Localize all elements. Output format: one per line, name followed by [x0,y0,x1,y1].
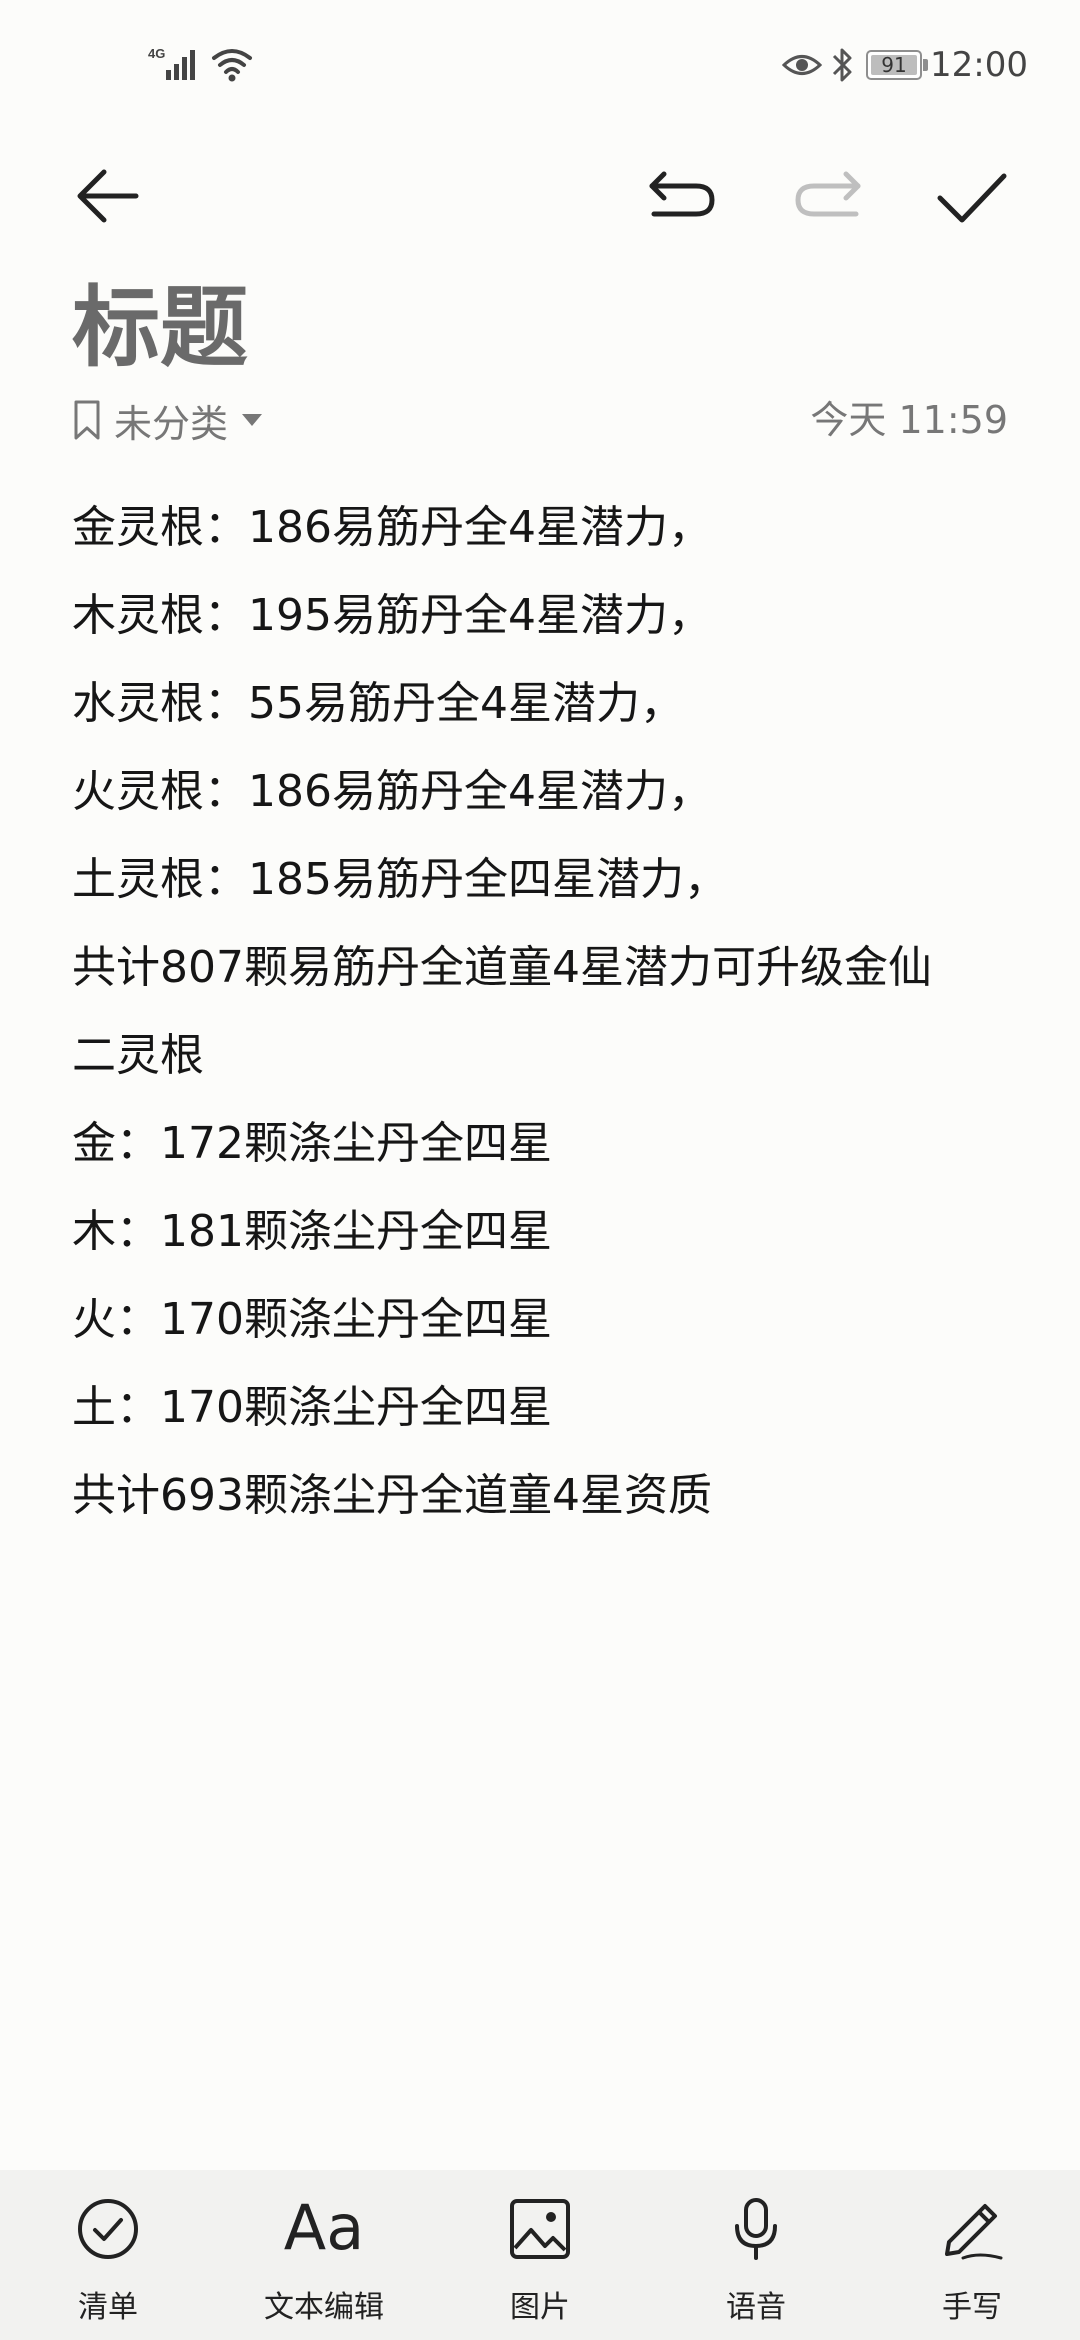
note-body[interactable]: 金灵根：186易筋丹全4星潜力， 木灵根：195易筋丹全4星潜力， 水灵根：55… [72,498,1012,1554]
note-line: 火灵根：186易筋丹全4星潜力， [72,766,712,817]
image-button[interactable]: 图片 [460,2196,620,2326]
note-line: 木：181颗涤尘丹全四星 [72,1206,552,1257]
category-label: 未分类 [114,401,229,446]
clock: 12:00 [930,45,1028,85]
note-line: 共计807颗易筋丹全道童4星潜力可升级金仙 [72,942,932,993]
undo-icon[interactable] [646,160,718,232]
back-arrow-icon[interactable] [72,160,144,232]
text-edit-button[interactable]: Aa 文本编辑 [244,2191,404,2326]
wifi-icon [212,49,252,82]
checklist-icon [78,2199,138,2259]
note-line: 土灵根：185易筋丹全四星潜力， [72,854,728,905]
battery-icon: 91 [866,50,930,82]
microphone-icon [735,2198,777,2260]
note-meta-row: 未分类 今天 11:59 [72,392,1008,448]
note-line: 木灵根：195易筋丹全4星潜力， [72,590,712,641]
note-line: 水灵根：55易筋丹全4星潜力， [72,678,684,729]
checklist-label: 清单 [78,2290,138,2325]
image-icon [510,2199,570,2259]
status-bar: 4G 91 12:00 [0,0,1080,130]
category-selector[interactable]: 未分类 [72,392,264,448]
eye-icon [782,55,822,75]
handwriting-button[interactable]: 手写 [892,2196,1052,2326]
note-line: 二灵根 [72,1030,204,1081]
network-type: 4G [148,46,165,61]
note-line: 土：170颗涤尘丹全四星 [72,1382,552,1433]
voice-button[interactable]: 语音 [676,2196,836,2326]
bluetooth-icon [832,48,852,82]
note-line: 金：172颗涤尘丹全四星 [72,1118,552,1169]
note-title[interactable]: 标题 [72,278,248,378]
redo-icon[interactable] [792,160,864,232]
bookmark-icon [74,400,100,440]
text-format-icon: Aa [283,2191,365,2264]
image-label: 图片 [510,2290,570,2325]
caret-down-icon [242,414,263,426]
note-line: 共计693颗涤尘丹全道童4星资质 [72,1470,712,1521]
check-icon[interactable] [936,160,1008,232]
voice-label: 语音 [726,2290,786,2325]
signal-icon: 4G [148,46,195,80]
bottom-toolbar: 清单 Aa 文本编辑 图片 语音 手写 [0,2170,1080,2340]
pen-icon [945,2204,1003,2260]
text-edit-label: 文本编辑 [264,2290,384,2325]
note-line: 火：170颗涤尘丹全四星 [72,1294,552,1345]
checklist-button[interactable]: 清单 [28,2196,188,2326]
battery-level: 91 [881,53,907,77]
handwriting-label: 手写 [942,2290,1002,2325]
note-timestamp: 今天 11:59 [810,398,1008,442]
note-line: 金灵根：186易筋丹全4星潜力， [72,502,712,553]
